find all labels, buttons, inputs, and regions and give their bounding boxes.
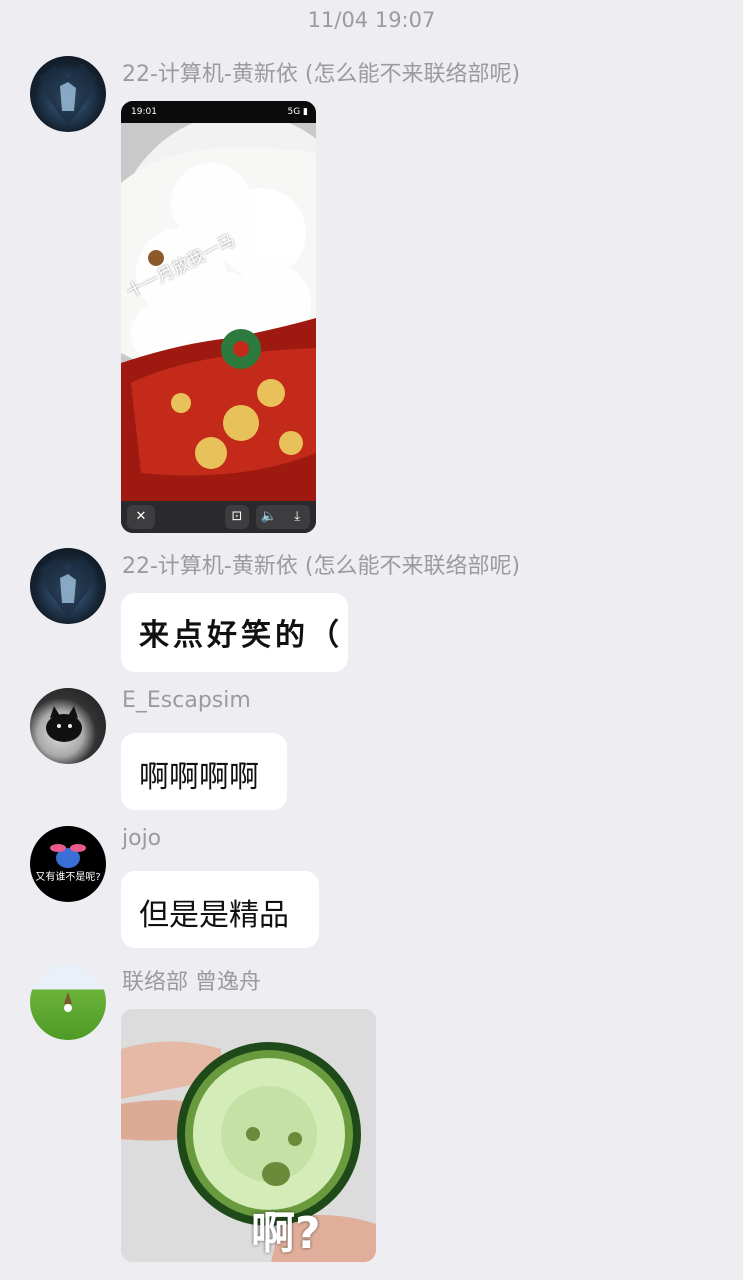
avatar-art-icon	[40, 64, 96, 126]
cucumber-sticker-icon	[121, 1009, 376, 1262]
message-bubble[interactable]: 来点好笑的（	[121, 593, 348, 672]
avatar-cat-icon	[46, 706, 82, 742]
screenshot-icon[interactable]: ⊡	[225, 505, 249, 529]
message-bubble[interactable]: 啊啊啊啊	[121, 733, 287, 810]
avatar-art-icon	[40, 556, 96, 618]
chat-timestamp: 11/04 19:07	[307, 8, 436, 32]
sticker-image[interactable]: 啊?	[121, 1009, 376, 1262]
sender-name: jojo	[122, 826, 162, 851]
sticker-caption: 啊?	[251, 1208, 321, 1259]
avatar[interactable]	[30, 56, 106, 132]
volume-download-group: 🔈 ⤓	[256, 505, 310, 529]
video-statusbar: 19:01 5G ▮	[121, 101, 316, 123]
volume-icon[interactable]: 🔈	[257, 505, 281, 529]
sender-name: E_Escapsim	[122, 688, 251, 713]
video-thumbnail	[121, 123, 316, 501]
avatar[interactable]	[30, 688, 106, 764]
download-icon[interactable]: ⤓	[285, 505, 309, 529]
avatar-field-icon	[64, 992, 72, 1012]
video-status-right: 5G ▮	[287, 107, 308, 117]
avatar[interactable]: 又有谁不是呢?	[30, 826, 106, 902]
video-status-time: 19:01	[131, 107, 157, 117]
message-bubble[interactable]: 但是是精品	[121, 871, 319, 948]
close-icon[interactable]: ✕	[127, 505, 155, 529]
video-message[interactable]: 19:01 5G ▮ 十一月放我一马 ✕ ⊡ 🔈 ⤓	[121, 101, 316, 533]
sender-name: 22-计算机-黄新依 (怎么能不来联络部呢)	[122, 554, 521, 579]
sender-name: 22-计算机-黄新依 (怎么能不来联络部呢)	[122, 62, 521, 87]
avatar-caption: 又有谁不是呢?	[35, 870, 100, 883]
video-controls: ✕ ⊡ 🔈 ⤓	[121, 501, 316, 533]
avatar[interactable]	[30, 964, 106, 1040]
avatar[interactable]	[30, 548, 106, 624]
sender-name: 联络部 曾逸舟	[122, 970, 261, 995]
avatar-bunny-icon: 又有谁不是呢?	[35, 844, 101, 883]
